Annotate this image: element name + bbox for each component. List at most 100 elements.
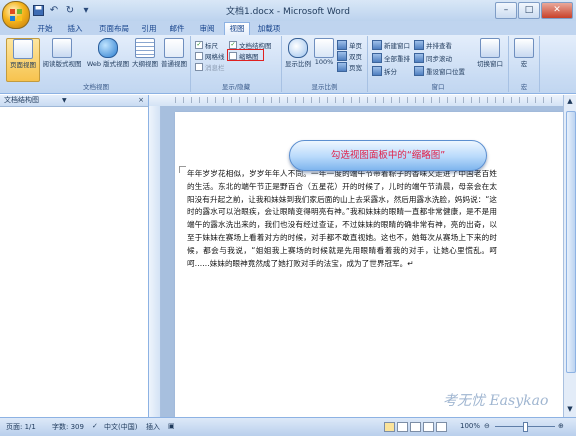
macro-record-icon[interactable]: ▣ bbox=[168, 422, 175, 430]
tab-page-layout[interactable]: 页面布局 bbox=[94, 23, 134, 35]
web-layout-label: Web 版式视图 bbox=[86, 60, 130, 68]
scroll-up-icon[interactable]: ▲ bbox=[566, 97, 574, 107]
outline-button[interactable]: 大纲视图 bbox=[131, 38, 159, 80]
document-map-close-icon[interactable]: × bbox=[138, 95, 144, 106]
magnifier-icon bbox=[288, 38, 308, 58]
one-page-icon bbox=[337, 40, 347, 50]
document-body-text[interactable]: 年年岁岁花相似，岁岁年年人不同。一年一度的端午节带着粽子的香味又走进了中国老百姓… bbox=[187, 168, 497, 270]
zoom-in-icon[interactable]: ⊕ bbox=[558, 422, 564, 430]
new-window-label: 新建窗口 bbox=[384, 42, 410, 50]
zoom-slider-thumb[interactable] bbox=[523, 422, 528, 432]
group-label-show-hide: 显示/隐藏 bbox=[221, 83, 251, 91]
outline-icon bbox=[135, 38, 155, 58]
split-label: 拆分 bbox=[384, 68, 397, 76]
group-label-macros: 宏 bbox=[520, 83, 528, 91]
window-title: 文档1.docx - Microsoft Word bbox=[225, 7, 350, 17]
tab-home[interactable]: 开始 bbox=[34, 23, 56, 35]
group-window: 新建窗口 全部重排 拆分 并排查看 同步滚动 重设窗口位置 切换窗口 窗口 bbox=[368, 36, 509, 92]
thumbnails-highlight-box bbox=[227, 49, 264, 61]
zoom-100-label: 100% bbox=[314, 58, 334, 66]
tab-mailings[interactable]: 邮件 bbox=[166, 23, 188, 35]
ruler-checkbox[interactable]: ✓ 标尺 bbox=[195, 40, 218, 50]
status-zoom-level[interactable]: 100% bbox=[460, 422, 480, 430]
arrange-all-icon bbox=[372, 53, 382, 63]
scroll-down-icon[interactable]: ▼ bbox=[566, 405, 574, 415]
window-controls: – □ ✕ bbox=[495, 2, 573, 19]
margin-corner-mark bbox=[179, 166, 186, 173]
full-screen-reading-label: 阅读版式视图 bbox=[42, 60, 82, 68]
gridlines-box bbox=[195, 52, 203, 60]
tab-insert[interactable]: 插入 bbox=[64, 23, 86, 35]
outline-label: 大纲视图 bbox=[132, 60, 158, 68]
macros-icon bbox=[514, 38, 534, 58]
split-button[interactable]: 拆分 bbox=[372, 66, 397, 76]
reset-position-label: 重设窗口位置 bbox=[426, 68, 465, 76]
sync-scroll-icon bbox=[414, 53, 424, 63]
view-outline-icon[interactable] bbox=[423, 422, 434, 432]
group-macros: 宏 宏 bbox=[509, 36, 540, 92]
reset-window-position-button[interactable]: 重设窗口位置 bbox=[414, 66, 465, 76]
reset-position-icon bbox=[414, 66, 424, 76]
instruction-callout: 勾选视图面板中的“缩略图” bbox=[289, 140, 487, 171]
vertical-scrollbar[interactable]: ▲ ▼ bbox=[563, 95, 576, 417]
full-screen-reading-button[interactable]: 阅读版式视图 bbox=[40, 38, 84, 80]
one-page-button[interactable]: 单页 bbox=[337, 40, 362, 50]
tab-add-ins[interactable]: 加载项 bbox=[254, 23, 284, 35]
document-map-header: 文档结构图 ▼ × bbox=[0, 95, 148, 107]
new-window-button[interactable]: 新建窗口 bbox=[372, 40, 410, 50]
message-bar-checkbox: 消息栏 bbox=[195, 62, 225, 72]
zoom-100-button[interactable]: 100% bbox=[313, 38, 335, 80]
ruler-check-icon: ✓ bbox=[195, 41, 203, 49]
page-width-label: 页宽 bbox=[349, 64, 362, 72]
arrange-all-label: 全部重排 bbox=[384, 55, 410, 63]
draft-label: 普通视图 bbox=[161, 60, 187, 68]
gridlines-checkbox[interactable]: 网格线 bbox=[195, 51, 225, 61]
gridlines-label: 网格线 bbox=[205, 53, 225, 61]
zoom-out-icon[interactable]: ⊖ bbox=[484, 422, 490, 430]
macros-button[interactable]: 宏 bbox=[512, 38, 536, 80]
maximize-button[interactable]: □ bbox=[518, 2, 540, 19]
document-map-dropdown-icon[interactable]: ▼ bbox=[62, 95, 67, 106]
page-width-button[interactable]: 页宽 bbox=[337, 62, 362, 72]
watermark: 考无忧 Easykao bbox=[443, 393, 549, 409]
status-page[interactable]: 页面: 1/1 bbox=[6, 422, 36, 432]
new-window-icon bbox=[372, 40, 382, 50]
draft-button[interactable]: 普通视图 bbox=[160, 38, 188, 80]
ruler-ticks bbox=[175, 97, 552, 103]
minimize-button[interactable]: – bbox=[495, 2, 517, 19]
print-layout-button[interactable]: 页面视图 bbox=[6, 38, 40, 82]
view-web-icon[interactable] bbox=[410, 422, 421, 432]
zoom-button[interactable]: 显示比例 bbox=[284, 38, 312, 80]
group-label-window: 窗口 bbox=[431, 83, 445, 91]
tab-view[interactable]: 视图 bbox=[224, 22, 250, 36]
group-document-views: 页面视图 阅读版式视图 Web 版式视图 大纲视图 普通视图 文档视图 bbox=[2, 36, 191, 92]
vertical-ruler[interactable] bbox=[149, 106, 161, 417]
side-by-side-label: 并排查看 bbox=[426, 42, 452, 50]
scroll-thumb[interactable] bbox=[566, 111, 576, 373]
close-button[interactable]: ✕ bbox=[541, 2, 573, 19]
office-button[interactable] bbox=[2, 1, 30, 29]
arrange-all-button[interactable]: 全部重排 bbox=[372, 53, 410, 63]
message-bar-box bbox=[195, 63, 203, 71]
switch-windows-button[interactable]: 切换窗口 bbox=[474, 38, 506, 80]
sync-scroll-button[interactable]: 同步滚动 bbox=[414, 53, 452, 63]
tab-references[interactable]: 引用 bbox=[138, 23, 160, 35]
one-page-label: 单页 bbox=[349, 42, 362, 50]
status-insert-mode[interactable]: 插入 bbox=[146, 422, 160, 432]
ribbon: 页面视图 阅读版式视图 Web 版式视图 大纲视图 普通视图 文档视图 ✓ 标尺 … bbox=[0, 35, 576, 94]
two-pages-label: 双页 bbox=[349, 53, 362, 61]
document-map-title: 文档结构图 bbox=[4, 96, 39, 104]
view-print-layout-icon[interactable] bbox=[384, 422, 395, 432]
globe-icon bbox=[98, 38, 118, 58]
two-pages-button[interactable]: 双页 bbox=[337, 51, 362, 61]
status-word-count[interactable]: 字数: 309 bbox=[52, 422, 84, 432]
web-layout-button[interactable]: Web 版式视图 bbox=[86, 38, 130, 80]
side-by-side-button[interactable]: 并排查看 bbox=[414, 40, 452, 50]
spelling-icon[interactable]: ✓ bbox=[92, 422, 98, 430]
view-draft-icon[interactable] bbox=[436, 422, 447, 432]
reading-layout-icon bbox=[52, 38, 72, 58]
view-reading-icon[interactable] bbox=[397, 422, 408, 432]
tab-review[interactable]: 审阅 bbox=[196, 23, 218, 35]
status-language[interactable]: 中文(中国) bbox=[104, 422, 137, 432]
message-bar-label: 消息栏 bbox=[205, 64, 225, 72]
